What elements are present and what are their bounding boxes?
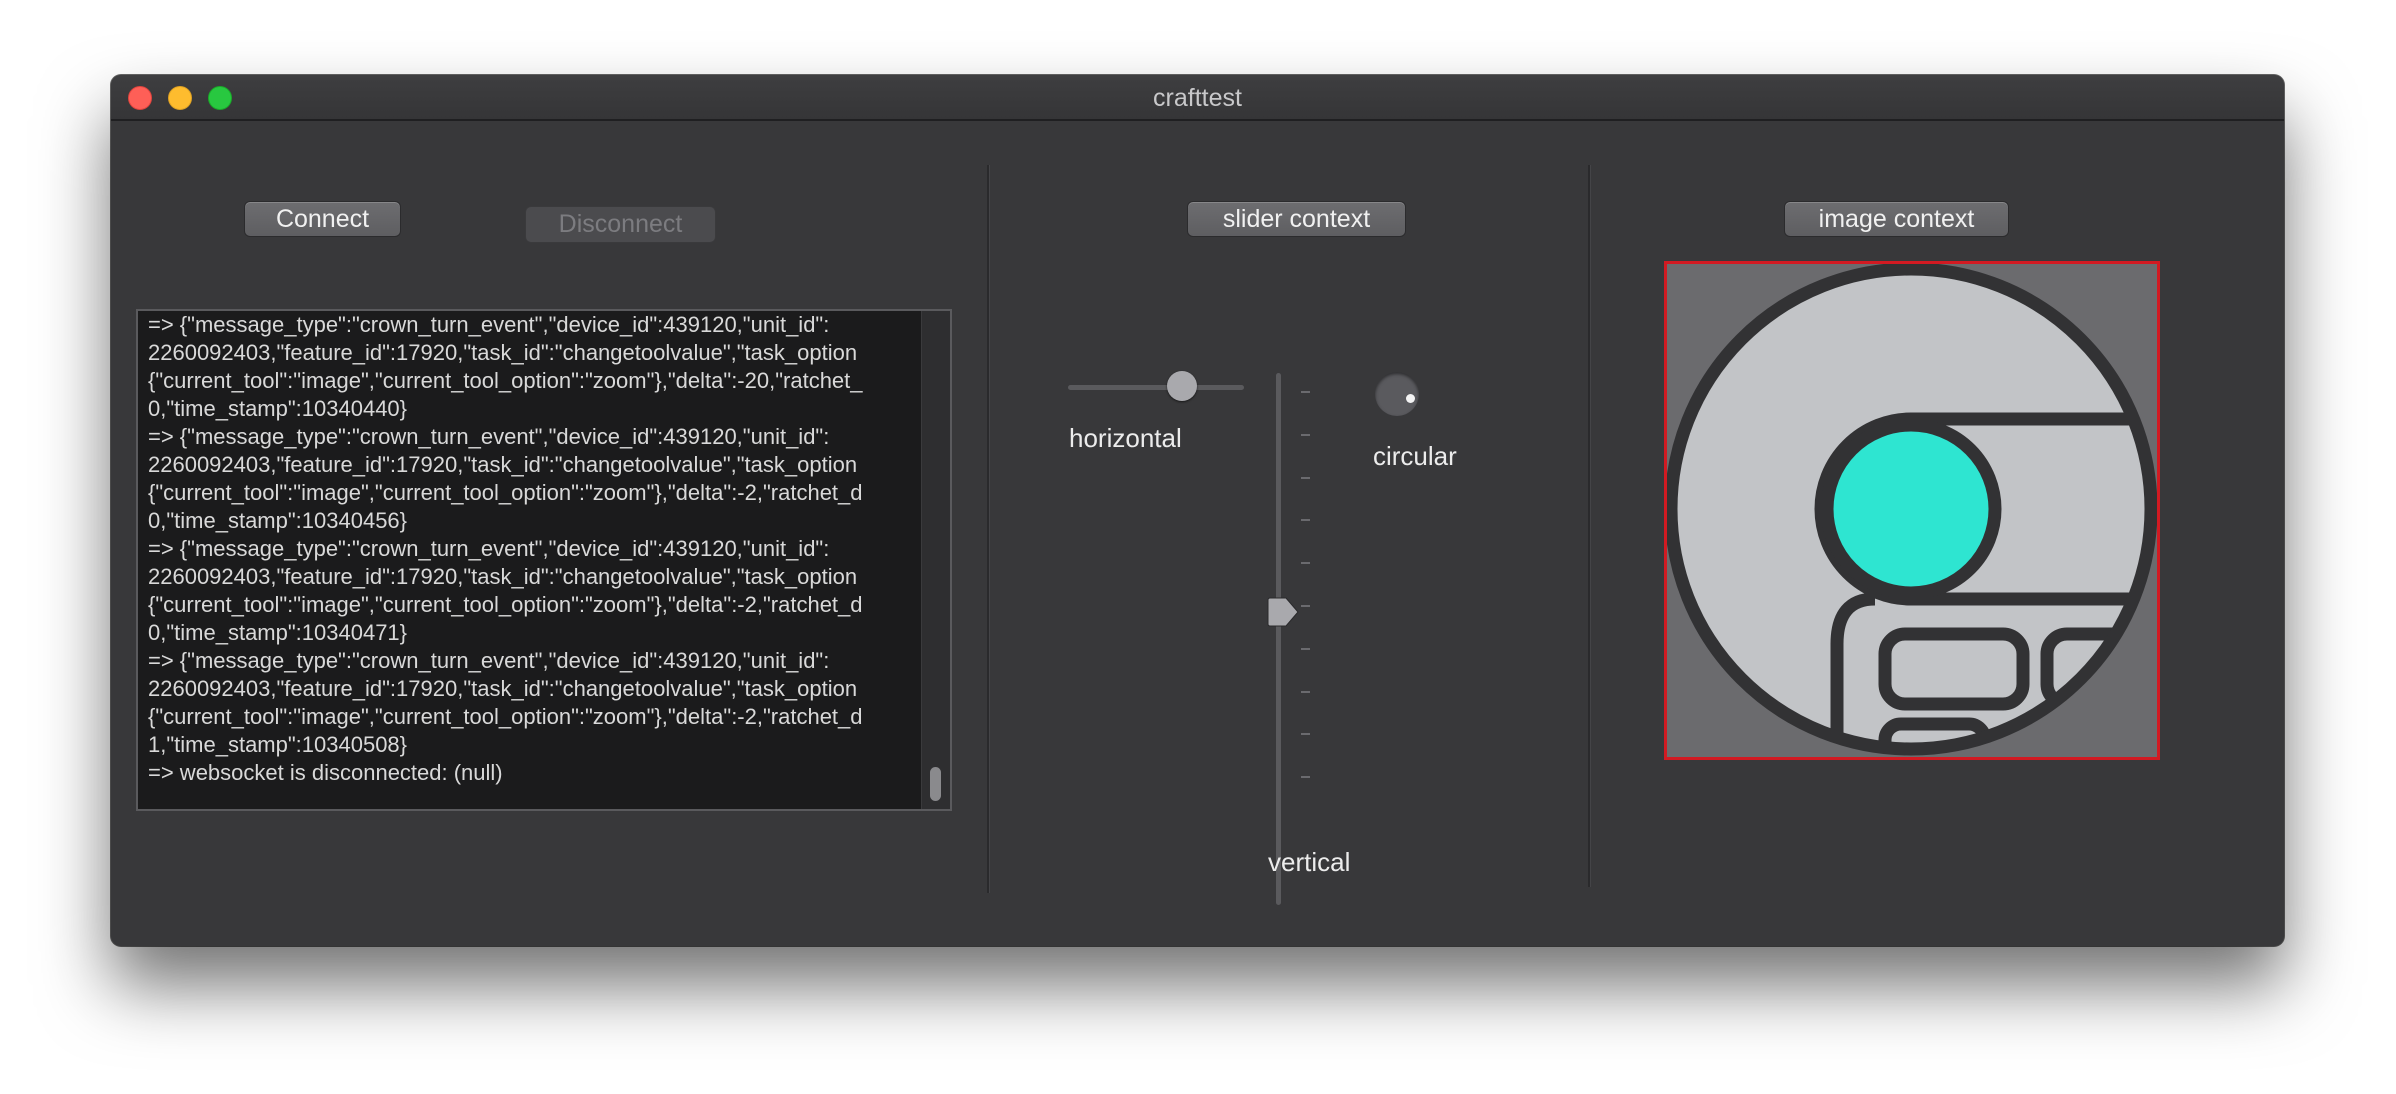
log-line: {"current_tool":"image","current_tool_op… [148,368,863,393]
divider-right [1588,165,1591,887]
vertical-slider-label: vertical [1268,847,1351,877]
circular-slider-label: circular [1373,441,1457,471]
vertical-slider-tick [1301,476,1310,479]
vertical-slider-tick [1301,562,1310,565]
horizontal-slider-track[interactable] [1068,385,1244,390]
log-line: => {"message_type":"crown_turn_event","d… [148,536,830,561]
image-context-button[interactable]: image context [1784,201,2009,237]
event-log-text: => {"message_type":"crown_turn_event","d… [148,311,918,787]
circular-slider[interactable] [1375,372,1419,416]
vertical-slider-track[interactable] [1276,373,1281,905]
log-line: 2260092403,"feature_id":17920,"task_id":… [148,564,858,589]
log-line: {"current_tool":"image","current_tool_op… [148,480,863,505]
vertical-slider-tick [1301,733,1310,736]
log-line: => websocket is disconnected: (null) [148,760,503,785]
title-bar: crafttest [111,75,2284,121]
craft-logo-image [1667,264,2157,756]
log-line: {"current_tool":"image","current_tool_op… [148,704,863,729]
log-line: => {"message_type":"crown_turn_event","d… [148,648,830,673]
log-scrollbar-thumb[interactable] [930,767,941,801]
vertical-slider-tick [1301,647,1310,650]
app-window: crafttest Connect Disconnect => {"messag… [111,75,2284,946]
event-log[interactable]: => {"message_type":"crown_turn_event","d… [136,309,952,811]
log-line: => {"message_type":"crown_turn_event","d… [148,312,830,337]
horizontal-slider-knob[interactable] [1167,371,1198,401]
window-title: crafttest [1153,84,1242,112]
log-line: 0,"time_stamp":10340440} [148,396,408,421]
log-scrollbar[interactable] [921,311,950,809]
vertical-slider-tick [1301,605,1310,607]
disconnect-button[interactable]: Disconnect [525,206,716,243]
image-view[interactable] [1664,261,2160,760]
log-line: {"current_tool":"image","current_tool_op… [148,592,863,617]
horizontal-slider-label: horizontal [1069,423,1182,453]
slider-context-button[interactable]: slider context [1187,201,1406,237]
circular-slider-indicator [1405,394,1415,404]
log-line: 2260092403,"feature_id":17920,"task_id":… [148,340,858,365]
vertical-slider-tick [1301,519,1310,522]
vertical-slider-knob[interactable] [1266,597,1300,627]
connect-button[interactable]: Connect [244,201,401,237]
divider-left [987,165,990,893]
log-line: 2260092403,"feature_id":17920,"task_id":… [148,452,858,477]
log-line: => {"message_type":"crown_turn_event","d… [148,424,830,449]
vertical-slider-tick [1301,776,1310,779]
log-line: 0,"time_stamp":10340471} [148,620,408,645]
vertical-slider-tick [1301,690,1310,693]
log-line: 1,"time_stamp":10340508} [148,732,408,757]
vertical-slider-tick [1301,391,1310,393]
log-line: 2260092403,"feature_id":17920,"task_id":… [148,676,858,701]
vertical-slider-tick [1301,433,1310,436]
log-line: 0,"time_stamp":10340456} [148,508,408,533]
accent-circle [1820,418,2002,600]
